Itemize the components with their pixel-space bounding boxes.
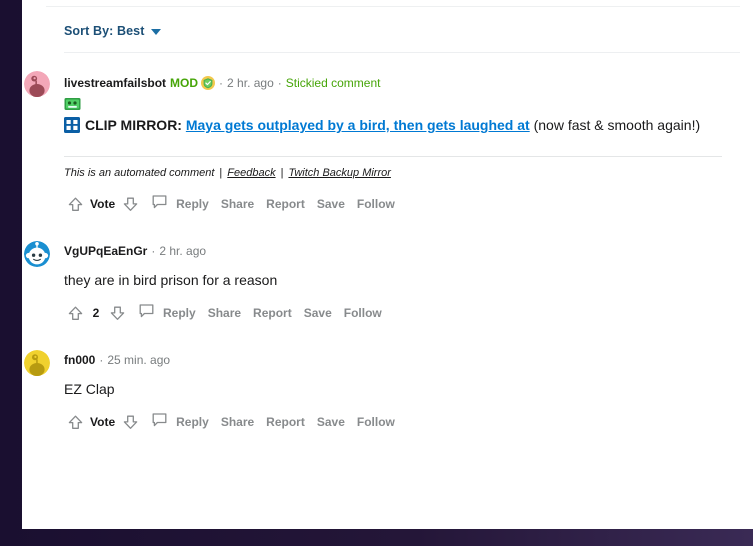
clip-mirror-link[interactable]: Maya gets outplayed by a bird, then gets…	[186, 117, 530, 133]
reply-label: Reply	[163, 306, 196, 320]
comment-body: they are in bird prison for a reason	[64, 272, 278, 288]
green-flair-emoji	[64, 97, 81, 111]
mod-shield-icon	[201, 76, 216, 95]
comment-action-bar: Vote Reply Share Report Save Follow	[64, 193, 753, 215]
follow-button[interactable]: Follow	[357, 197, 395, 211]
share-button[interactable]: Share	[221, 415, 254, 429]
follow-button[interactable]: Follow	[344, 306, 382, 320]
page-background: Sort By: Best livestreamfailsbot MOD · 2…	[0, 0, 753, 546]
downvote-icon[interactable]	[106, 302, 128, 324]
comment-bubble-icon	[151, 412, 168, 433]
meta-separator: ·	[99, 353, 104, 367]
comment-header: fn000 · 25 min. ago	[24, 350, 753, 376]
vote-group: Vote	[64, 411, 141, 433]
comment-header: livestreamfailsbot MOD · 2 hr. ago · Stickied…	[24, 71, 753, 111]
downvote-icon[interactable]	[119, 193, 141, 215]
vote-group: Vote	[64, 193, 141, 215]
comment-author[interactable]: fn000	[64, 353, 95, 367]
footnote-text: This is an automated comment	[64, 167, 215, 179]
share-button[interactable]: Share	[221, 197, 254, 211]
comment-timestamp: 2 hr. ago	[227, 76, 274, 90]
comment-meta: livestreamfailsbot MOD · 2 hr. ago · Stickied…	[64, 71, 380, 95]
reply-label: Reply	[176, 197, 209, 211]
report-button[interactable]: Report	[253, 306, 292, 320]
comment-body: EZ Clap	[64, 381, 115, 397]
comments-section: Sort By: Best livestreamfailsbot MOD · 2…	[22, 12, 753, 433]
meta-separator-2: ·	[277, 76, 282, 90]
comment-item: fn000 · 25 min. ago EZ Clap Vote Reply Sha…	[22, 350, 753, 433]
footnote-separator-2: |	[280, 167, 284, 179]
twitch-backup-mirror-link[interactable]: Twitch Backup Mirror	[288, 167, 390, 179]
sort-by-label: Sort By: Best	[64, 24, 145, 38]
downvote-icon[interactable]	[119, 411, 141, 433]
meta-separator: ·	[219, 76, 224, 90]
report-button[interactable]: Report	[266, 197, 305, 211]
sort-by-button[interactable]: Sort By: Best	[64, 24, 162, 38]
avatar[interactable]	[24, 241, 50, 267]
comment-meta: fn000 · 25 min. ago	[64, 350, 170, 369]
comment-body: CLIP MIRROR: Maya gets outplayed by a bi…	[64, 115, 712, 138]
vote-score: Vote	[90, 197, 116, 211]
stickied-badge: Stickied comment	[285, 76, 381, 90]
clip-mirror-label: CLIP MIRROR:	[85, 117, 182, 133]
save-button[interactable]: Save	[304, 306, 332, 320]
share-button[interactable]: Share	[208, 306, 241, 320]
comment-author[interactable]: VgUPqEaEnGr	[64, 244, 147, 258]
mod-tag: MOD	[170, 76, 199, 90]
top-divider	[46, 6, 740, 7]
follow-button[interactable]: Follow	[357, 415, 395, 429]
clip-film-icon	[64, 117, 80, 138]
upvote-icon[interactable]	[64, 411, 86, 433]
comment-timestamp: 2 hr. ago	[159, 244, 207, 258]
sort-bar-divider	[64, 52, 740, 53]
vote-score: Vote	[90, 415, 116, 429]
reply-button[interactable]: Reply	[138, 303, 196, 324]
comment-body-divider	[64, 156, 722, 157]
comment-action-bar: 2 Reply Share Report Save Follow	[64, 302, 753, 324]
comment-header: VgUPqEaEnGr · 2 hr. ago	[24, 241, 753, 267]
comment-item: VgUPqEaEnGr · 2 hr. ago they are in bird p…	[22, 241, 753, 324]
reply-label: Reply	[176, 415, 209, 429]
reply-button[interactable]: Reply	[151, 194, 209, 215]
comment-action-bar: Vote Reply Share Report Save Follow	[64, 411, 753, 433]
avatar[interactable]	[24, 350, 50, 376]
sort-bar: Sort By: Best	[22, 12, 753, 40]
save-button[interactable]: Save	[317, 197, 345, 211]
feedback-link[interactable]: Feedback	[227, 167, 275, 179]
comment-item: livestreamfailsbot MOD · 2 hr. ago · Stickied…	[22, 71, 753, 215]
browser-viewport: Sort By: Best livestreamfailsbot MOD · 2…	[22, 0, 753, 529]
save-button[interactable]: Save	[317, 415, 345, 429]
comment-bubble-icon	[151, 194, 168, 215]
vote-score: 2	[92, 306, 100, 320]
upvote-icon[interactable]	[64, 193, 86, 215]
reply-button[interactable]: Reply	[151, 412, 209, 433]
avatar[interactable]	[24, 71, 50, 97]
vote-group: 2	[64, 302, 128, 324]
footnote-separator-1: |	[219, 167, 223, 179]
report-button[interactable]: Report	[266, 415, 305, 429]
upvote-icon[interactable]	[64, 302, 86, 324]
automated-comment-footnote: This is an automated comment | Feedback | Tw…	[64, 167, 753, 179]
clip-mirror-suffix: (now fast & smooth again!)	[533, 117, 701, 133]
comment-meta: VgUPqEaEnGr · 2 hr. ago	[64, 241, 206, 260]
chevron-down-icon	[151, 29, 162, 35]
comment-timestamp: 25 min. ago	[107, 353, 171, 367]
comment-author[interactable]: livestreamfailsbot	[64, 76, 166, 90]
comment-bubble-icon	[138, 303, 155, 324]
meta-separator: ·	[151, 244, 156, 258]
